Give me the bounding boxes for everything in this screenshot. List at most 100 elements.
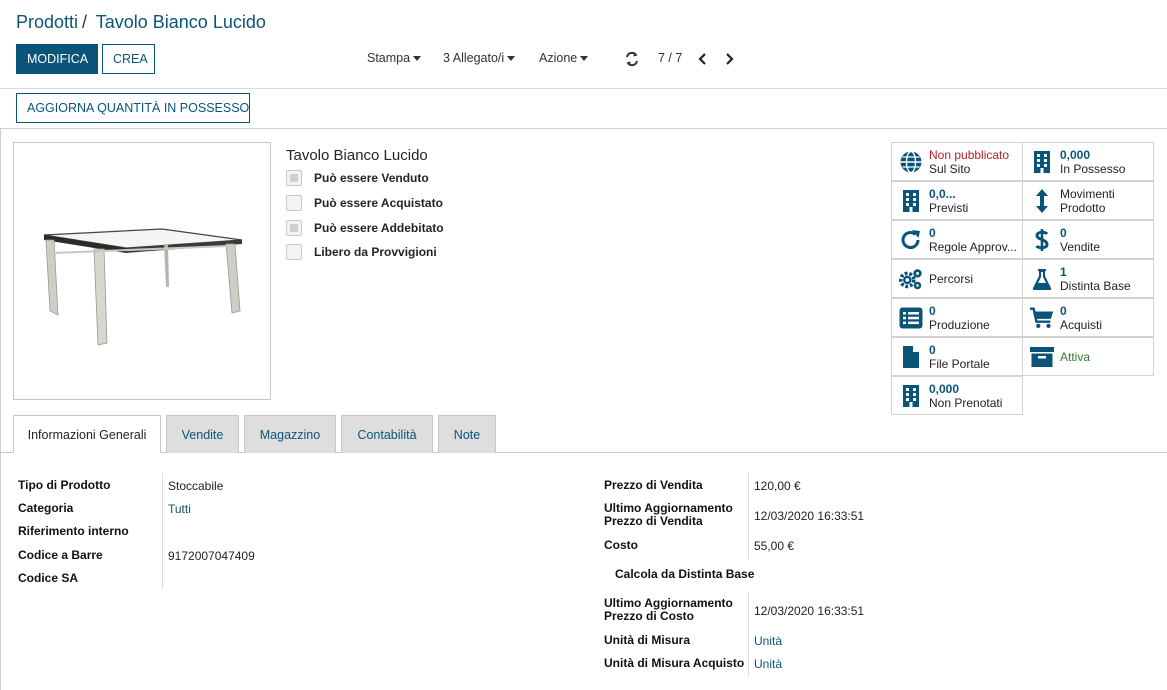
chevron-down-icon (507, 56, 516, 62)
tab-inventory[interactable]: Magazzino (244, 415, 336, 453)
cart-icon (1029, 305, 1055, 331)
right-field-separator-top (748, 473, 749, 559)
compute-from-bom-link[interactable]: Calcola da Distinta Base (615, 568, 754, 581)
tab-notes[interactable]: Note (438, 415, 496, 453)
manufacturing-value: 0 (929, 303, 936, 318)
bill-of-materials-value: 1 (1060, 264, 1067, 279)
reordering-rules-label: Regole Approv... (929, 239, 1017, 254)
can-be-sold-checkbox-row[interactable]: Può essere Venduto (286, 169, 429, 187)
sales-label: Vendite (1060, 239, 1101, 254)
forecasted-label: Previsti (929, 200, 969, 215)
sale-price-label: Prezzo di Vendita (604, 478, 703, 492)
building-icon (898, 383, 924, 409)
left-field-separator (162, 473, 163, 589)
breadcrumb-parent-link[interactable]: Prodotti (16, 12, 78, 32)
gears-icon (898, 266, 924, 292)
product-moves-label-line1: Movimenti (1060, 186, 1115, 201)
on-hand-button[interactable]: 0,000 In Possesso (1022, 142, 1154, 181)
can-be-purchased-label: Può essere Acquistato (314, 196, 443, 210)
arrows-vertical-icon (1029, 188, 1055, 214)
cost-update-label-line2: Prezzo di Costo (604, 609, 695, 623)
right-field-separator-bottom (748, 592, 749, 676)
table-image-icon (43, 228, 243, 346)
reordering-rules-button[interactable]: 0 Regole Approv... (891, 220, 1023, 259)
create-button[interactable]: CREA (102, 44, 155, 74)
can-be-purchased-checkbox-row[interactable]: Può essere Acquistato (286, 194, 443, 212)
uom-link[interactable]: Unità (754, 634, 782, 648)
commission-free-label: Libero da Provvigioni (314, 245, 437, 259)
manufacturing-button[interactable]: 0 Produzione (891, 298, 1023, 337)
active-label: Attiva (1060, 349, 1091, 364)
attachments-label: 3 Allegato/i (443, 51, 505, 65)
internal-reference-label: Riferimento interno (18, 524, 129, 538)
tab-general-information[interactable]: Informazioni Generali (13, 415, 161, 453)
website-published-button[interactable]: Non pubblicato Sul Sito (891, 142, 1023, 181)
bill-of-materials-button[interactable]: 1 Distinta Base (1022, 259, 1154, 298)
not-reserved-label: Non Prenotati (929, 395, 1003, 410)
routes-label: Percorsi (929, 271, 974, 286)
globe-icon (898, 149, 924, 175)
can-be-purchased-checkbox[interactable] (286, 195, 302, 211)
action-dropdown[interactable]: Azione (539, 51, 589, 65)
purchases-button[interactable]: 0 Acquisti (1022, 298, 1154, 337)
can-be-charged-checkbox-row[interactable]: Può essere Addebitato (286, 219, 444, 237)
reordering-rules-value: 0 (929, 225, 936, 240)
barcode-value[interactable]: 9172007047409 (168, 549, 255, 563)
cost-update-label: Ultimo Aggiornamento Prezzo di Costo (604, 597, 733, 623)
purchase-uom-label: Unità di Misura Acquisto (604, 656, 745, 670)
list-icon (898, 305, 924, 331)
print-label: Stampa (367, 51, 411, 65)
forecasted-button[interactable]: 0,0... Previsti (891, 181, 1023, 220)
product-type-label: Tipo di Prodotto (18, 478, 111, 492)
sales-value: 0 (1060, 225, 1067, 240)
on-hand-label: In Possesso (1060, 161, 1126, 176)
not-reserved-value: 0,000 (929, 381, 960, 396)
uom-label: Unità di Misura (604, 633, 691, 647)
print-dropdown[interactable]: Stampa (367, 51, 422, 65)
portal-files-button[interactable]: 0 File Portale (891, 337, 1023, 376)
routes-button[interactable]: Percorsi (891, 259, 1023, 298)
sale-price-value[interactable]: 120,00 € (754, 479, 801, 493)
breadcrumb: Prodotti / Tavolo Bianco Lucido (16, 12, 266, 33)
pager-value: 7 / 7 (658, 51, 683, 65)
sales-button[interactable]: 0 Vendite (1022, 220, 1154, 259)
not-reserved-button[interactable]: 0,000 Non Prenotati (891, 376, 1023, 415)
update-quantity-button[interactable]: AGGIORNA QUANTITÀ IN POSSESSO (16, 93, 250, 123)
dollar-icon (1029, 227, 1055, 253)
chevron-down-icon (413, 56, 422, 62)
can-be-sold-checkbox[interactable] (286, 170, 302, 186)
cost-value[interactable]: 55,00 € (754, 539, 794, 553)
purchases-label: Acquisti (1060, 317, 1103, 332)
active-toggle-button[interactable]: Attiva (1022, 337, 1154, 376)
purchases-value: 0 (1060, 303, 1067, 318)
archive-icon (1029, 344, 1055, 370)
cost-update-value: 12/03/2020 16:33:51 (754, 604, 865, 618)
can-be-sold-label: Può essere Venduto (314, 171, 429, 185)
breadcrumb-separator: / (82, 12, 88, 32)
file-icon (898, 344, 924, 370)
category-link[interactable]: Tutti (168, 502, 191, 516)
previous-record-chevron-left-icon[interactable] (694, 50, 712, 68)
tab-accounting[interactable]: Contabilità (341, 415, 433, 453)
cost-label: Costo (604, 538, 638, 552)
tab-sales[interactable]: Vendite (166, 415, 239, 453)
edit-button[interactable]: MODIFICA (16, 44, 98, 74)
breadcrumb-current: Tavolo Bianco Lucido (95, 12, 266, 32)
website-published-label: Sul Sito (929, 161, 971, 176)
next-record-chevron-right-icon[interactable] (720, 50, 738, 68)
attachments-dropdown[interactable]: 3 Allegato/i (443, 51, 516, 65)
barcode-label: Codice a Barre (18, 548, 103, 562)
purchase-uom-link[interactable]: Unità (754, 657, 782, 671)
commission-free-checkbox[interactable] (286, 244, 302, 260)
can-be-charged-label: Può essere Addebitato (314, 221, 444, 235)
commission-free-checkbox-row[interactable]: Libero da Provvigioni (286, 243, 437, 261)
product-type-value[interactable]: Stoccabile (168, 479, 223, 493)
product-moves-button[interactable]: Movimenti Prodotto (1022, 181, 1154, 220)
product-name[interactable]: Tavolo Bianco Lucido (286, 147, 428, 164)
refresh-icon[interactable] (623, 50, 641, 68)
product-image[interactable] (13, 142, 271, 400)
forecasted-value: 0,0... (929, 186, 956, 201)
can-be-charged-checkbox[interactable] (286, 220, 302, 236)
sale-price-update-label: Ultimo Aggiornamento Prezzo di Vendita (604, 502, 733, 528)
portal-files-label: File Portale (929, 356, 990, 371)
